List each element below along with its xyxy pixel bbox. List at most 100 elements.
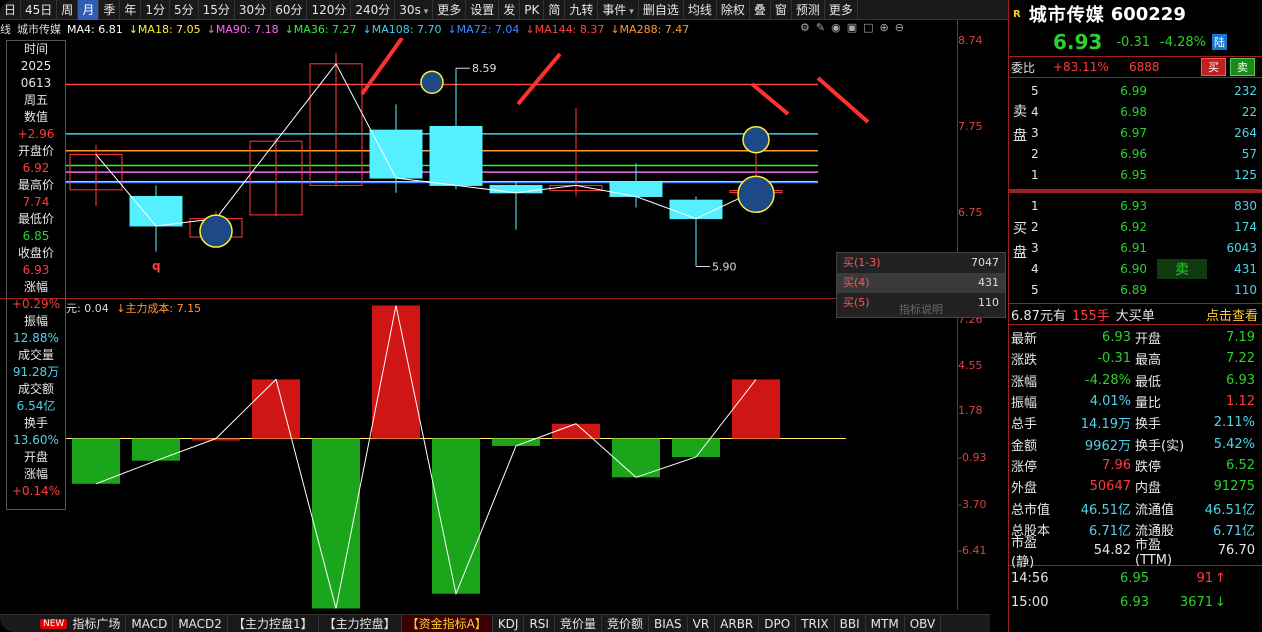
toolbar-item-27[interactable]: 更多 [825,0,858,20]
order-row[interactable]: 3 6.97 264 [1031,122,1262,143]
toolbar-item-23[interactable]: 除权 [717,0,750,20]
toolbar-item-15[interactable]: 设置 [466,0,500,20]
stat-value: 6.93 [1102,330,1131,346]
gear-icon[interactable]: ⚙ [800,21,810,34]
indicator-tab-17[interactable]: OBV [905,614,942,632]
stat-row: 涨跌 -0.31 最高 7.22 [1009,348,1262,369]
stat-value2: 7.22 [1226,351,1255,367]
toolbar-item-25[interactable]: 窗 [771,0,792,20]
toolbar-item-7[interactable]: 5分 [170,0,199,20]
toolbar-item-20[interactable]: 事件 [598,0,639,20]
left-label-0: 时间 [23,42,48,56]
square-icon[interactable]: □ [863,21,873,34]
q-label: q [152,259,161,273]
stat-value: 54.82 [1093,543,1131,559]
indicator-tab-11[interactable]: VR [688,614,716,632]
toolbar-item-12[interactable]: 240分 [351,0,396,20]
toolbar-item-26[interactable]: 预测 [792,0,825,20]
tooltip-hint[interactable]: 指标说明 [899,301,943,317]
bid-book: 买 盘 1 6.93 830 2 6.92 174 3 6.91 6043 4 6.90 卖 431 5 6… [1009,195,1262,303]
indicator-bar-3 [252,379,300,439]
toolbar-item-6[interactable]: 1分 [141,0,170,20]
toolbar-item-19[interactable]: 九转 [565,0,599,20]
toolbar-item-24[interactable]: 叠 [750,0,771,20]
view-big-order-link[interactable]: 点击查看 [1206,305,1258,324]
left-value-12: 13.60% [13,433,59,447]
toolbar-item-5[interactable]: 年 [120,0,142,20]
toolbar-item-17[interactable]: PK [520,0,545,20]
stat-key2: 最低 [1135,374,1162,390]
left-label-5: 最高价 [17,178,54,192]
order-row[interactable]: 2 6.96 57 [1031,143,1262,164]
order-row[interactable]: 1 6.95 125 [1031,164,1262,185]
order-price: 6.93 [1120,198,1147,213]
ask-side-label: 卖 盘 [1009,100,1031,148]
indicator-tab-16[interactable]: MTM [866,614,905,632]
indicator-tab-10[interactable]: BIAS [649,614,688,632]
sell-button[interactable]: 卖 [1230,58,1255,76]
order-row[interactable]: 2 6.92 174 [1031,216,1262,237]
eye-icon[interactable]: ◉ [831,21,841,34]
indicator-tab-1[interactable]: MACD [126,614,174,632]
weibi-pct: +83.11% [1053,60,1109,74]
toolbar-item-11[interactable]: 120分 [307,0,352,20]
zoom-out-icon[interactable]: ⊖ [895,21,904,34]
price-tick-0: 8.74 [958,34,983,47]
order-row[interactable]: 4 6.98 22 [1031,101,1262,122]
high-label: 8.59 [472,62,497,75]
indicator-tab-15[interactable]: BBI [835,614,866,632]
indicator-tab-13[interactable]: DPO [759,614,797,632]
basket-icon[interactable]: ▣ [847,21,857,34]
toolbar-item-3[interactable]: 月 [78,0,100,20]
indicator-tab-6[interactable]: KDJ [493,614,525,632]
indicator-tab-2[interactable]: MACD2 [173,614,228,632]
toolbar-item-1[interactable]: 45日 [21,0,58,20]
toolbar-item-14[interactable]: 更多 [433,0,467,20]
order-volume: 57 [1241,146,1257,161]
toolbar-item-22[interactable]: 均线 [684,0,717,20]
tick-price: 6.93 [1120,594,1149,610]
big-order-qty: 155手 [1071,308,1110,324]
toolbar-item-8[interactable]: 15分 [199,0,235,20]
toolbar-item-0[interactable]: 日 [0,0,22,20]
left-label-4: 开盘价 [17,144,54,158]
candle-body-10 [669,199,723,220]
indicator-tab-7[interactable]: RSI [524,614,555,632]
indicator-tab-5[interactable]: 【资金指标A】 [401,614,493,632]
stat-value: 46.51亿 [1080,502,1131,518]
buy-button[interactable]: 买 [1201,58,1226,76]
toolbar-item-4[interactable]: 季 [99,0,121,20]
order-row[interactable]: 4 6.90 卖 431 [1031,258,1262,279]
indicator-tab-8[interactable]: 竞价量 [555,614,602,632]
stat-value2: 46.51亿 [1204,502,1255,518]
kline-chart[interactable]: 8.59 5.90 q [66,38,958,614]
stat-row: 外盘 50647 内盘 91275 [1009,476,1262,497]
pen-icon[interactable]: ✎ [816,21,825,34]
order-row[interactable]: 5 6.89 110 [1031,279,1262,300]
order-row[interactable]: 3 6.91 6043 [1031,237,1262,258]
toolbar-item-18[interactable]: 简 [544,0,566,20]
toolbar-item-21[interactable]: 删自选 [639,0,684,20]
stat-value2: 91275 [1213,479,1255,495]
indicator-tab-0[interactable]: 指标广场 [67,614,127,632]
order-sell-tag: 卖 [1157,258,1207,279]
toolbar-item-13[interactable]: 30s [395,0,434,20]
indicator-tab-12[interactable]: ARBR [715,614,760,632]
zoom-in-icon[interactable]: ⊕ [880,21,889,34]
stat-value: 6.71亿 [1089,523,1131,539]
order-volume: 174 [1234,219,1257,234]
toolbar-item-2[interactable]: 周 [57,0,79,20]
indicator-tab-9[interactable]: 竞价额 [602,614,649,632]
red-arrow-0 [360,38,404,96]
toolbar-item-10[interactable]: 60分 [271,0,308,20]
toolbar-item-9[interactable]: 30分 [235,0,272,20]
order-row[interactable]: 5 6.99 232 [1031,80,1262,101]
indicator-bar-8 [552,423,600,439]
app-window: 日45日周月季年1分5分15分30分60分120分240分30s更多设置发PK简… [0,0,1262,632]
indicator-tab-3[interactable]: 【主力控盘1】 [228,614,319,632]
toolbar-item-16[interactable]: 发 [499,0,521,20]
order-row[interactable]: 1 6.93 830 [1031,195,1262,216]
indicator-tab-14[interactable]: TRIX [796,614,835,632]
indicator-tab-4[interactable]: 【主力控盘】 [319,614,402,632]
lu-badge: 陆 [1212,34,1227,50]
